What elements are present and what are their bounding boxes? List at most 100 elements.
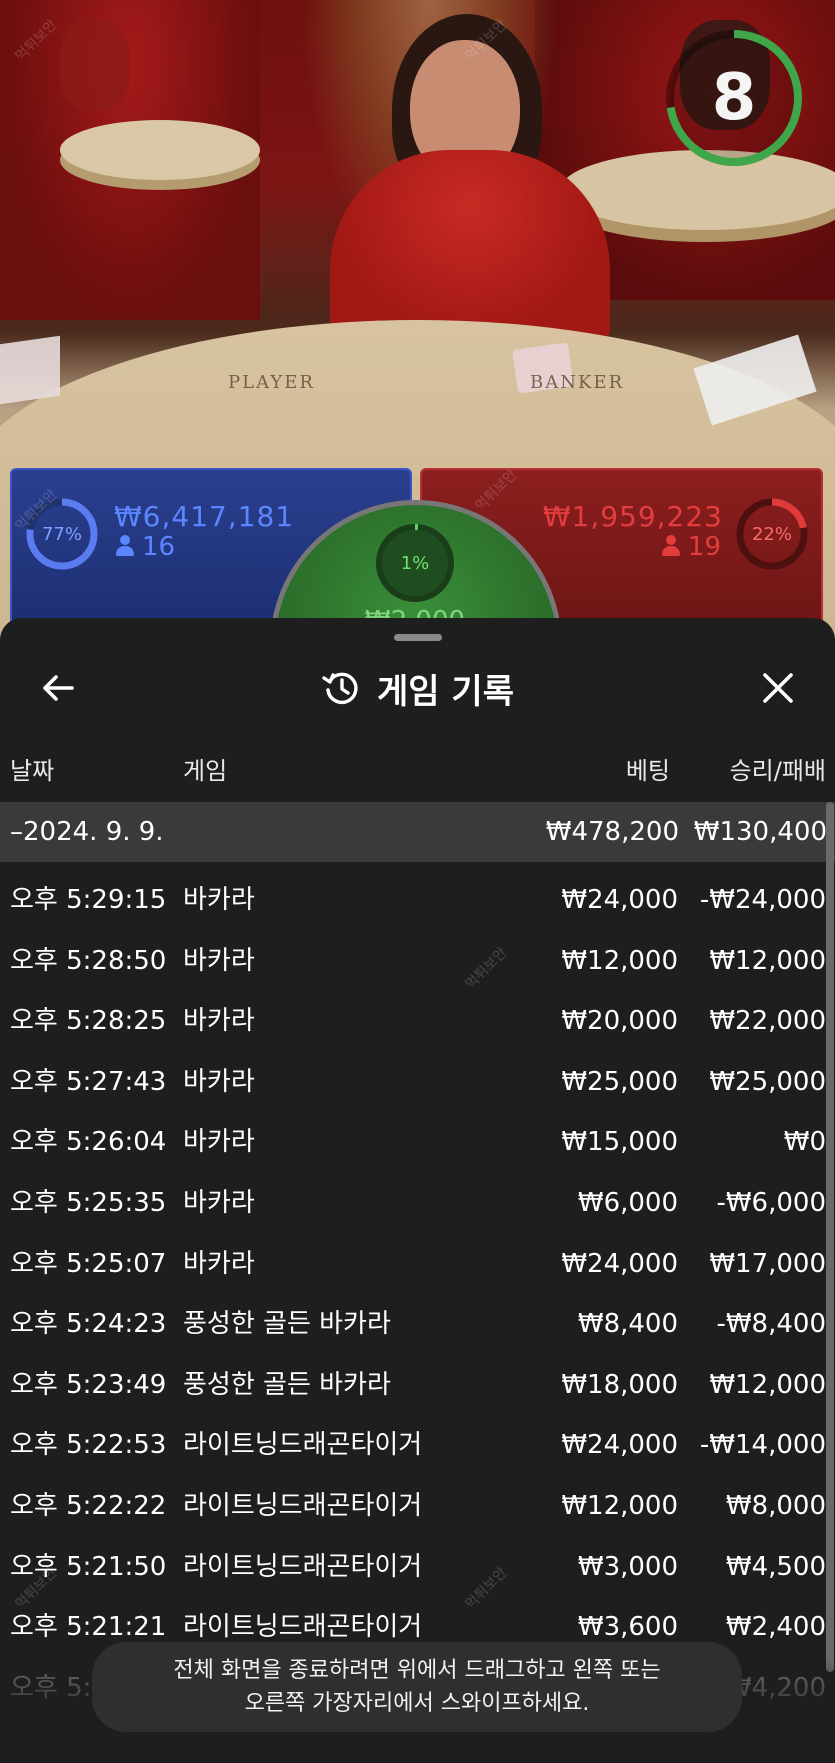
row-result: ₩12,000 [709, 945, 826, 976]
row-game: 라이트닝드래곤타이거 [183, 1491, 423, 1521]
column-header-bet[interactable]: 베팅 [626, 751, 670, 786]
row-result: ₩22,000 [709, 1006, 826, 1037]
row-game: 라이트닝드래곤타이거 [183, 1551, 423, 1582]
row-bet: ₩25,000 [561, 1066, 678, 1097]
sheet-header: 게임 기록 [0, 660, 835, 716]
game-history-sheet: 게임 기록 날짜 게임 베팅 승리/패배 –2024. 9. 9. ₩478,2… [0, 618, 835, 1763]
row-time: 오후 5:23:49 [10, 1369, 167, 1400]
summary-result: ₩130,400 [693, 817, 827, 847]
history-row[interactable]: 오후 5:21:50 라이트닝드래곤타이거 ₩3,000 ₩4,500 [0, 1537, 826, 1597]
background-dealer-left [60, 20, 130, 110]
row-game: 바카라 [183, 945, 255, 976]
history-row[interactable]: 오후 5:22:22 라이트닝드래곤타이거 ₩12,000 ₩8,000 [0, 1476, 826, 1536]
history-row[interactable]: 오후 5:27:43 바카라 ₩25,000 ₩25,000 [0, 1052, 826, 1112]
sheet-title: 게임 기록 [377, 671, 514, 712]
row-bet: ₩12,000 [561, 1491, 678, 1521]
sheet-grab-handle[interactable] [394, 634, 442, 641]
banker-percent: 22% [751, 523, 792, 545]
row-game: 바카라 [183, 1066, 255, 1097]
row-game: 바카라 [183, 1248, 255, 1279]
column-header-result[interactable]: 승리/패배 [730, 751, 826, 786]
row-time: 오후 5:28:25 [10, 1006, 167, 1037]
row-bet: ₩24,000 [561, 1248, 678, 1279]
toast-line-2: 오른쪽 가장자리에서 스와이프하세요. [244, 1691, 590, 1716]
row-game: 라이트닝드래곤타이거 [183, 1430, 423, 1461]
row-result: -₩8,400 [716, 1309, 826, 1340]
arrow-left-icon [43, 675, 74, 701]
toast-line-1: 전체 화면을 종료하려면 위에서 드래그하고 왼쪽 또는 [173, 1658, 661, 1683]
row-bet: ₩15,000 [561, 1127, 678, 1158]
dealer-body [330, 150, 610, 340]
row-bet: ₩8,400 [577, 1309, 678, 1340]
tie-percent: 1% [400, 552, 430, 574]
history-row[interactable]: 오후 5:22:53 라이트닝드래곤타이거 ₩24,000 -₩14,000 [0, 1415, 826, 1475]
card-shoe-left [0, 335, 60, 405]
row-game: 풍성한 골든 바카라 [183, 1369, 391, 1400]
history-row[interactable]: 오후 5:23:49 풍성한 골든 바카라 ₩18,000 ₩12,000 [0, 1355, 826, 1415]
row-result: ₩17,000 [709, 1248, 826, 1279]
row-game: 바카라 [183, 885, 255, 915]
countdown-timer: 8 [664, 28, 804, 168]
row-result: -₩6,000 [716, 1188, 826, 1218]
row-time: 오후 5:25:35 [10, 1188, 167, 1218]
row-bet: ₩24,000 [561, 885, 678, 915]
player-bettor-count: 16 [142, 532, 176, 562]
row-bet: ₩24,000 [561, 1430, 678, 1461]
player-percent-ring: 77% [24, 496, 100, 572]
column-header-game[interactable]: 게임 [183, 751, 227, 786]
history-row[interactable]: 오후 5:25:07 바카라 ₩24,000 ₩17,000 [0, 1234, 826, 1294]
banker-bettor-count-wrap: 19 [661, 532, 721, 562]
history-row[interactable]: 오후 5:29:15 바카라 ₩24,000 -₩24,000 [0, 870, 826, 930]
player-percent: 77% [41, 523, 82, 545]
row-bet: ₩18,000 [561, 1369, 678, 1400]
row-time: 오후 5:21:50 [10, 1551, 167, 1582]
row-result: -₩24,000 [699, 885, 826, 915]
row-result: ₩8,000 [725, 1491, 826, 1521]
row-bet: ₩12,000 [561, 945, 678, 976]
row-time: 오후 5:27:43 [10, 1066, 167, 1097]
column-header-date[interactable]: 날짜 [10, 751, 54, 786]
person-icon [661, 535, 680, 557]
row-bet: ₩3,000 [577, 1551, 678, 1582]
history-row[interactable]: 오후 5:26:04 바카라 ₩15,000 ₩0 [0, 1112, 826, 1172]
row-time: 오후 5:22:53 [10, 1430, 167, 1461]
row-game: 바카라 [183, 1188, 255, 1218]
row-time: 오후 5:24:23 [10, 1309, 167, 1340]
side-table-left [60, 120, 260, 180]
person-icon [116, 535, 134, 557]
close-icon [763, 673, 793, 703]
history-icon [322, 672, 358, 705]
fullscreen-exit-toast: 전체 화면을 종료하려면 위에서 드래그하고 왼쪽 또는 오른쪽 가장자리에서 … [92, 1642, 742, 1732]
row-bet: ₩6,000 [577, 1188, 678, 1218]
row-result: ₩25,000 [709, 1066, 826, 1097]
row-bet: ₩20,000 [561, 1006, 678, 1037]
player-bettor-count-wrap: 16 [116, 532, 175, 562]
row-game: 바카라 [183, 1006, 255, 1037]
row-time: 오후 5:28:50 [10, 945, 167, 976]
row-result: ₩4,500 [725, 1551, 826, 1582]
row-result: ₩12,000 [709, 1369, 826, 1400]
row-game: 풍성한 골든 바카라 [183, 1309, 391, 1340]
table-label-banker: BANKER [530, 372, 625, 393]
summary-date: –2024. 9. 9. [10, 817, 164, 847]
row-time: 오후 5:26:04 [10, 1127, 167, 1158]
history-row[interactable]: 오후 5:28:50 바카라 ₩12,000 ₩12,000 [0, 931, 826, 991]
row-time: 오후 5:25:07 [10, 1248, 167, 1279]
back-button[interactable] [30, 660, 86, 716]
table-label-player: PLAYER [228, 372, 315, 393]
banker-percent-ring: 22% [734, 496, 810, 572]
row-game: 바카라 [183, 1127, 255, 1158]
row-time: 오후 5:22:22 [10, 1491, 167, 1521]
history-row[interactable]: 오후 5:28:25 바카라 ₩20,000 ₩22,000 [0, 991, 826, 1051]
row-result: -₩14,000 [699, 1430, 826, 1461]
banker-total-amount: ₩1,959,223 [542, 500, 723, 533]
history-row[interactable]: 오후 5:24:23 풍성한 골든 바카라 ₩8,400 -₩8,400 [0, 1294, 826, 1354]
player-total-amount: ₩6,417,181 [114, 500, 295, 533]
timer-value: 8 [711, 61, 757, 135]
row-result: ₩0 [783, 1127, 826, 1158]
close-button[interactable] [750, 660, 806, 716]
history-row[interactable]: 오후 5:25:35 바카라 ₩6,000 -₩6,000 [0, 1173, 826, 1233]
date-summary-row[interactable]: –2024. 9. 9. ₩478,200 ₩130,400 [0, 802, 835, 862]
row-time: 오후 5: [10, 1672, 92, 1703]
scrollbar[interactable] [826, 802, 834, 1672]
